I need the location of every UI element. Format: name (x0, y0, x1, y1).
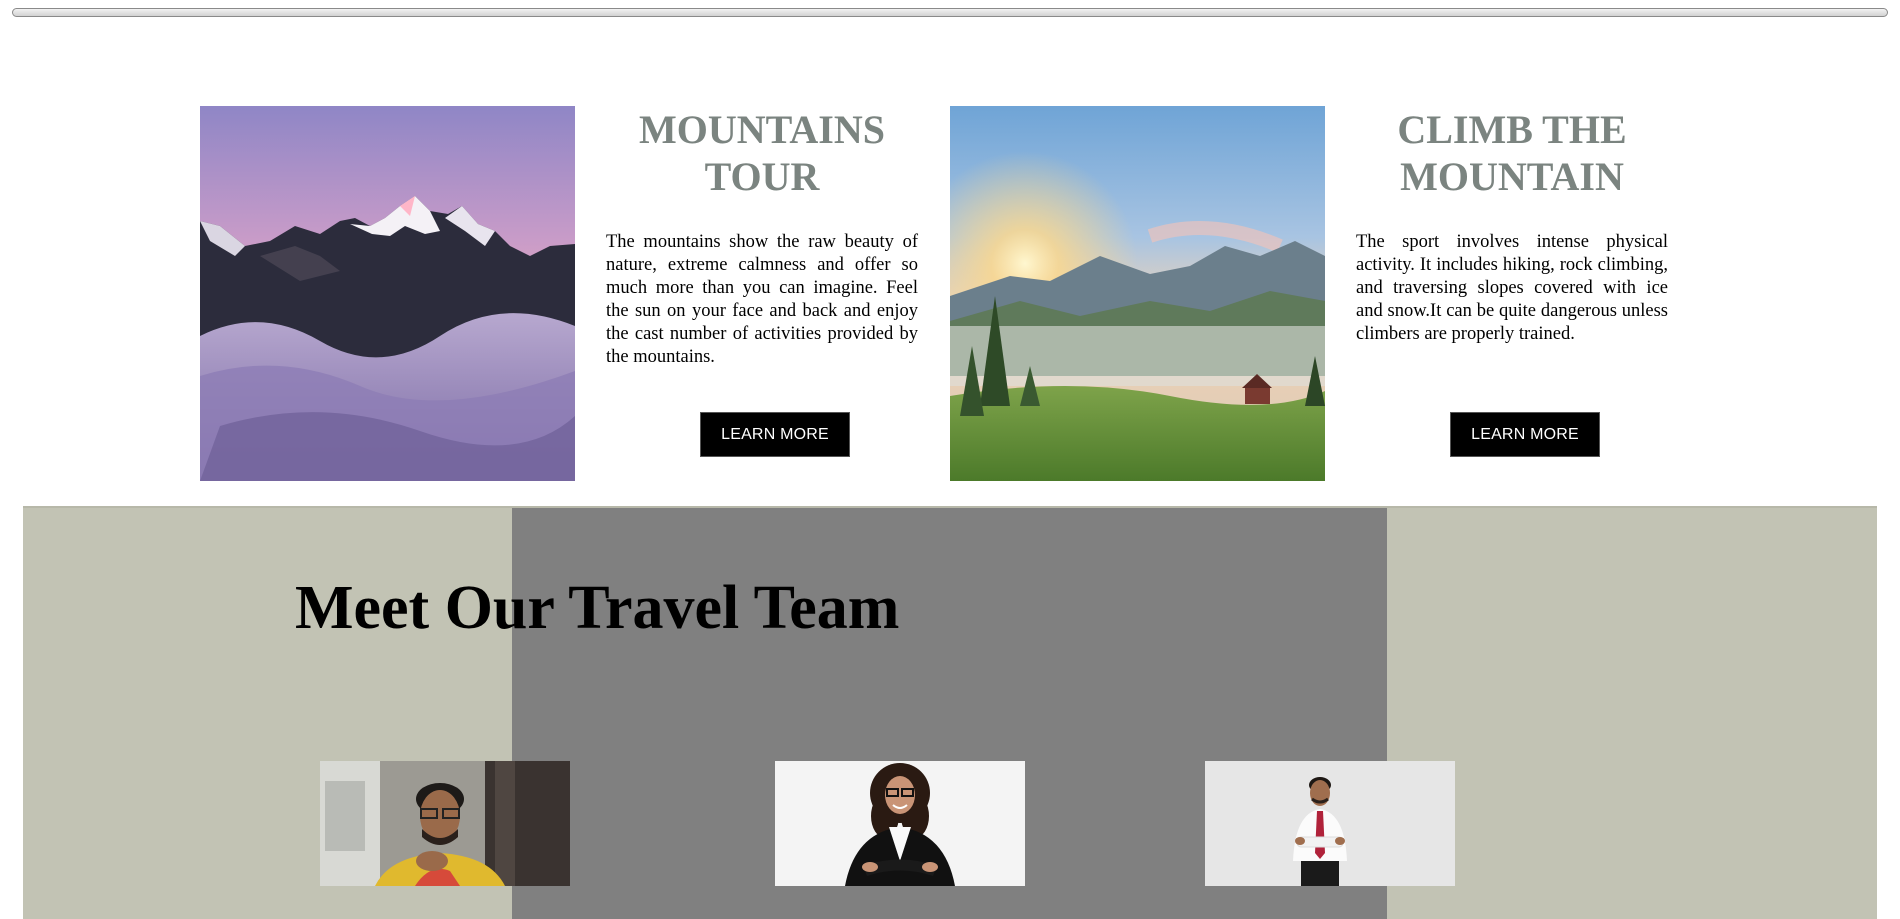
horizontal-scrollbar[interactable] (12, 8, 1888, 17)
climb-mountain-description: The sport involves intense physical acti… (1356, 232, 1668, 344)
mountains-tour-learn-more-button[interactable]: LEARN MORE (700, 412, 850, 457)
mountains-tour-title: MOUNTAINS TOUR (639, 107, 885, 199)
climb-mountain-feature: CLIMB THE MOUNTAIN The sport involves in… (1356, 106, 1668, 346)
climb-mountain-learn-more-button[interactable]: LEARN MORE (1450, 412, 1600, 457)
team-member-photo-1 (320, 761, 570, 886)
team-section-title: Meet Our Travel Team (295, 574, 900, 642)
climb-mountain-image (950, 106, 1325, 481)
team-member-photo-3 (1205, 761, 1455, 886)
mountains-tour-feature: MOUNTAINS TOUR The mountains show the ra… (606, 106, 918, 369)
team-section: Meet Our Travel Team (23, 506, 1877, 919)
climb-mountain-title: CLIMB THE MOUNTAIN (1397, 107, 1627, 199)
mountains-tour-image (200, 106, 575, 481)
mountains-tour-description: The mountains show the raw beauty of nat… (606, 232, 918, 367)
team-member-photo-2 (775, 761, 1025, 886)
